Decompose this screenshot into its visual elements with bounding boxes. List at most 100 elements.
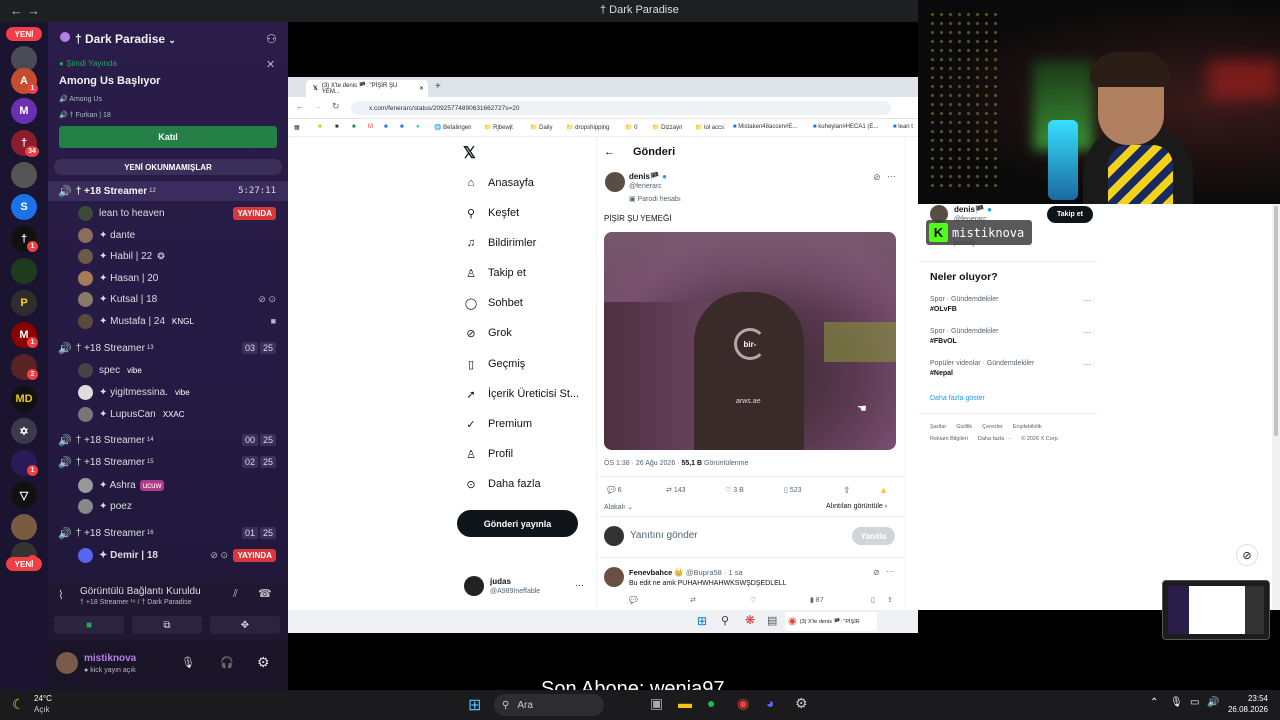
reply-button[interactable]: Yanıtla	[852, 527, 895, 545]
more-options-icon[interactable]: ···	[1083, 328, 1091, 337]
voice-user[interactable]: ✦ Demir | 18 ⊘ ⊙ YAYINDA	[48, 545, 288, 565]
screen-share-button[interactable]: ⧉	[132, 616, 202, 634]
voice-user[interactable]: ✦ LupusCan XXAC	[48, 404, 288, 424]
show-more-link[interactable]: Daha fazla göster	[930, 395, 985, 402]
back-icon[interactable]: ←	[296, 102, 304, 111]
voice-channel[interactable]: 🔊 † +18 Streamer 12 5:27:11	[48, 181, 288, 201]
weather-icon[interactable]: ☾	[12, 696, 25, 713]
server-icon[interactable]	[11, 162, 37, 188]
avatar[interactable]	[604, 567, 624, 587]
forward-icon[interactable]: →	[314, 102, 322, 111]
post-button[interactable]: Gönderi yayınla	[457, 510, 578, 537]
server-icon[interactable]: ✡	[11, 418, 37, 444]
url-input[interactable]: x.com/fenerarc/status/209257748906316627…	[351, 101, 891, 115]
nav-premium[interactable]: ✓ Premium	[464, 417, 532, 431]
voice-user[interactable]: spec vibe	[48, 360, 288, 380]
app-icon[interactable]: ⚙	[795, 695, 808, 712]
nav-more[interactable]: ⊙ Daha fazla	[464, 477, 540, 491]
windows-start-icon[interactable]: ⊞	[468, 695, 481, 715]
more-options-icon[interactable]: ···	[886, 567, 894, 576]
task-view-icon[interactable]: ▣	[650, 695, 663, 712]
back-arrow-icon[interactable]: ←	[10, 3, 23, 18]
reply-input[interactable]: Yanıtını gönder	[630, 530, 698, 541]
voice-channel[interactable]: 🔊 † +18 Streamer 16 01 25	[48, 523, 288, 543]
nav-explore[interactable]: ⚲ Keşfet	[464, 206, 519, 220]
tweet-handle[interactable]: @fenerarc	[629, 183, 662, 190]
views-action[interactable]: ▮ 87	[810, 596, 824, 604]
nav-history[interactable]: ▯ Geçmiş	[464, 357, 525, 371]
temperature[interactable]: 24°C	[34, 694, 52, 703]
bookmark-link[interactable]: ■ lean t	[893, 124, 913, 130]
reply-action[interactable]: 💬 6	[607, 486, 622, 494]
taskbar-search[interactable]: ⚲ Ara	[494, 694, 604, 716]
close-icon[interactable]: ✕	[266, 58, 275, 71]
windows-start-icon[interactable]: ⊞	[697, 614, 707, 628]
avatar[interactable]	[464, 576, 484, 596]
reload-icon[interactable]: ↻	[332, 101, 340, 112]
voice-channel[interactable]: 🔊 † +18 Streamer 15 02 25	[48, 452, 288, 472]
more-options-icon[interactable]: ···	[887, 171, 896, 181]
like-action[interactable]: ♡	[750, 596, 756, 604]
trend-item[interactable]: #FBvOL	[930, 338, 957, 345]
nav-notifications[interactable]: ♫ Bildirimler	[464, 236, 536, 250]
nav-chat[interactable]: ◯ Sohbet	[464, 296, 523, 310]
trend-item[interactable]: #OLvFB	[930, 306, 957, 313]
voice-user[interactable]: ✦ poez	[48, 496, 288, 516]
voice-channel[interactable]: 🔊 † +18 Streamer 14 00 25	[48, 430, 288, 450]
bookmark-link[interactable]: ■ Mistaken48accen#E...	[733, 124, 797, 130]
join-button[interactable]: Katıl	[59, 126, 277, 148]
bookmark-link[interactable]: 📁 Rjbewjt	[484, 124, 513, 131]
search-icon[interactable]: ⚲	[721, 614, 729, 627]
network-icon[interactable]: ▭	[1190, 697, 1199, 708]
chevron-up-icon[interactable]: ⌃	[1150, 697, 1158, 708]
server-icon[interactable]: ▽	[11, 482, 37, 508]
account-name[interactable]: judas	[490, 577, 511, 586]
settings-gear-icon[interactable]: ⚙	[257, 654, 270, 671]
avatar[interactable]	[605, 172, 625, 192]
nav-home[interactable]: ⌂ Anasayfa	[464, 176, 534, 190]
browser-tab[interactable]: 𝕏 (3) X'te denis 🏴: "PİŞİR ŞU YEM... ✕	[306, 80, 428, 97]
activities-button[interactable]: ✥	[210, 616, 280, 634]
server-icon[interactable]: P	[11, 290, 37, 316]
grok-summary-icon[interactable]: ▲	[879, 485, 888, 495]
nav-grok[interactable]: ⊘ Grok	[464, 326, 511, 340]
trend-item[interactable]: #Nepal	[930, 370, 953, 377]
share-icon[interactable]: ⇪	[843, 485, 851, 496]
microphone-icon[interactable]: 🎙	[181, 656, 195, 669]
avatar[interactable]	[56, 652, 78, 674]
discord-icon[interactable]: ◕	[766, 695, 774, 711]
like-action[interactable]: ♡ 3 B	[725, 486, 744, 494]
voice-channel-path[interactable]: † +18 Streamer ¹⁶ / † Dark Paradise	[80, 599, 192, 606]
bookmark-action[interactable]: ▯ 523	[784, 486, 801, 494]
voice-user[interactable]: ✦ Mustafa | 24 KNGL ■	[48, 311, 288, 331]
bookmark-link[interactable]: 📁 dropshipping	[566, 124, 610, 131]
share-icon[interactable]: ⇪	[887, 596, 893, 604]
voice-user[interactable]: ✦ Ashra ucuw	[48, 475, 288, 495]
x-logo-icon[interactable]: 𝕏	[463, 143, 476, 163]
server-icon[interactable]: MD	[11, 386, 37, 412]
file-explorer-icon[interactable]: ▬	[678, 695, 692, 711]
bookmark-link[interactable]: 📁 lol accs	[695, 124, 724, 131]
related-dropdown[interactable]: Alakalı ⌄	[604, 503, 633, 511]
server-icon[interactable]	[11, 514, 37, 540]
server-icon[interactable]: S	[11, 194, 37, 220]
spotify-icon[interactable]: ●	[707, 695, 715, 711]
server-name[interactable]: † Dark Paradise ⌄	[75, 32, 176, 46]
window-preview-thumbnail[interactable]	[1162, 580, 1270, 640]
bookmark-link[interactable]: 📁 Daily	[530, 124, 552, 131]
new-tab-icon[interactable]: +	[435, 81, 441, 92]
disconnect-icon[interactable]: ☎	[258, 587, 272, 600]
tweet-author[interactable]: denis🏴 ●	[629, 172, 667, 181]
nav-creator-studio[interactable]: ➚ İçerik Üreticisi St...	[464, 387, 579, 401]
nav-follow[interactable]: ♙ Takip et	[464, 266, 526, 280]
grok-icon[interactable]: ⊘	[873, 568, 880, 577]
bookmark-action[interactable]: ▯	[871, 596, 875, 604]
reply-action[interactable]: 💬	[629, 596, 638, 604]
bookmark-link[interactable]: 📁 0	[625, 124, 637, 131]
more-options-icon[interactable]: ···	[575, 580, 584, 590]
microphone-icon[interactable]: 🎙	[1170, 697, 1183, 708]
headphones-icon[interactable]: 🎧	[220, 656, 234, 669]
volume-icon[interactable]: 🔊	[1207, 697, 1219, 708]
more-options-icon[interactable]: ···	[1083, 296, 1091, 305]
reply-author[interactable]: Fenevbahce 👑 @Bupra58 · 1 sa	[629, 568, 743, 577]
